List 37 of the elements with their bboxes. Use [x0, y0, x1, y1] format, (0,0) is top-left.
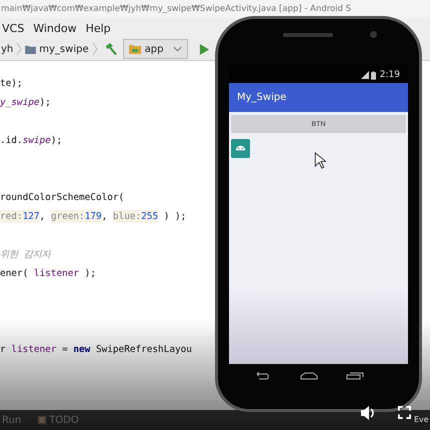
run-config-dropdown[interactable]: app	[122, 39, 188, 59]
window-title: main₩java₩com₩example₩jyh₩my_swipe₩SwipeActivity.java [app] - Android S	[0, 4, 352, 14]
hammer-icon[interactable]	[104, 42, 118, 56]
code-line: .id.swipe);	[0, 135, 62, 146]
android-icon	[231, 139, 250, 158]
breadcrumb-item[interactable]: my_swipe	[25, 44, 89, 54]
code-line: roundColorSchemeColor(	[0, 192, 124, 203]
code-line: 위한 감지자	[0, 248, 51, 261]
menu-item[interactable]: Help	[86, 22, 111, 34]
camera-dot	[370, 31, 377, 38]
battery-icon	[370, 70, 376, 80]
folder-icon	[25, 44, 36, 54]
app-title: My_Swipe	[237, 92, 286, 103]
status-time: 2:19	[380, 70, 400, 80]
module-icon	[128, 44, 141, 54]
code-line: red:127, green:179, blue:255 ) );	[0, 211, 186, 222]
signal-icon	[360, 71, 369, 79]
code-line: r listener = new SwipeRefreshLayou	[0, 344, 192, 355]
back-icon[interactable]	[254, 372, 272, 380]
volume-icon[interactable]	[360, 406, 376, 420]
list-icon	[37, 415, 48, 425]
menu-item[interactable]: VCS	[2, 22, 24, 34]
code-line: ener( listener );	[0, 268, 96, 279]
run-icon[interactable]	[199, 42, 210, 56]
caret-icon	[173, 46, 182, 52]
fullscreen-icon[interactable]	[398, 406, 411, 419]
mouse-pointer-icon	[314, 152, 326, 169]
speaker-grille	[283, 33, 333, 37]
chevron-icon	[16, 42, 22, 56]
home-icon[interactable]	[300, 372, 318, 380]
code-line: te);	[0, 78, 23, 89]
recents-icon[interactable]	[346, 372, 364, 380]
chevron-icon	[92, 42, 98, 56]
edge-text: Eve	[414, 415, 429, 424]
code-line: y_swipe);	[0, 97, 51, 108]
breadcrumb-item[interactable]: yh	[1, 44, 14, 54]
menu-item[interactable]: Window	[33, 22, 77, 34]
